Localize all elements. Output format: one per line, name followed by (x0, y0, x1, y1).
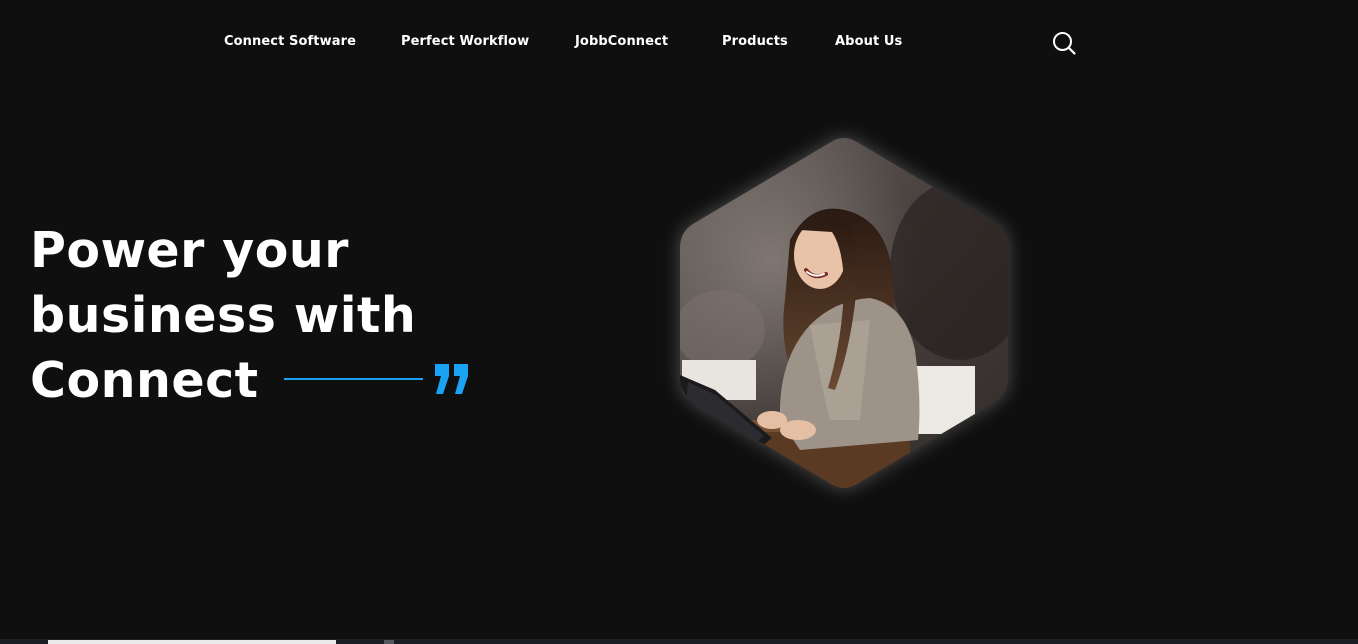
nav-link-products[interactable]: Products (722, 34, 788, 49)
quote-icon (435, 364, 468, 394)
hero-title-line-3: Connect (30, 352, 259, 409)
hero-title-line-2: business with (30, 287, 417, 344)
scroll-indicator-active (48, 640, 336, 644)
bottom-scroll-indicator (0, 639, 1358, 644)
hero-title-line-1: Power your (30, 222, 349, 279)
hero-title: Power your business with Connect (30, 218, 416, 413)
nav-link-connect-software[interactable]: Connect Software (224, 34, 356, 49)
nav-link-perfect-workflow[interactable]: Perfect Workflow (401, 34, 529, 49)
nav-link-jobbconnect[interactable]: JobbConnect (575, 34, 668, 49)
hero-image (660, 120, 1030, 520)
accent-line (284, 378, 423, 380)
hero-photo-hexagon (680, 138, 1008, 488)
main-nav: Connect Software Perfect Workflow JobbCo… (0, 0, 1358, 86)
nav-link-about-us[interactable]: About Us (835, 34, 902, 49)
scroll-indicator-inactive (384, 640, 394, 644)
search-icon (1053, 32, 1076, 55)
search-button[interactable] (1051, 30, 1077, 56)
